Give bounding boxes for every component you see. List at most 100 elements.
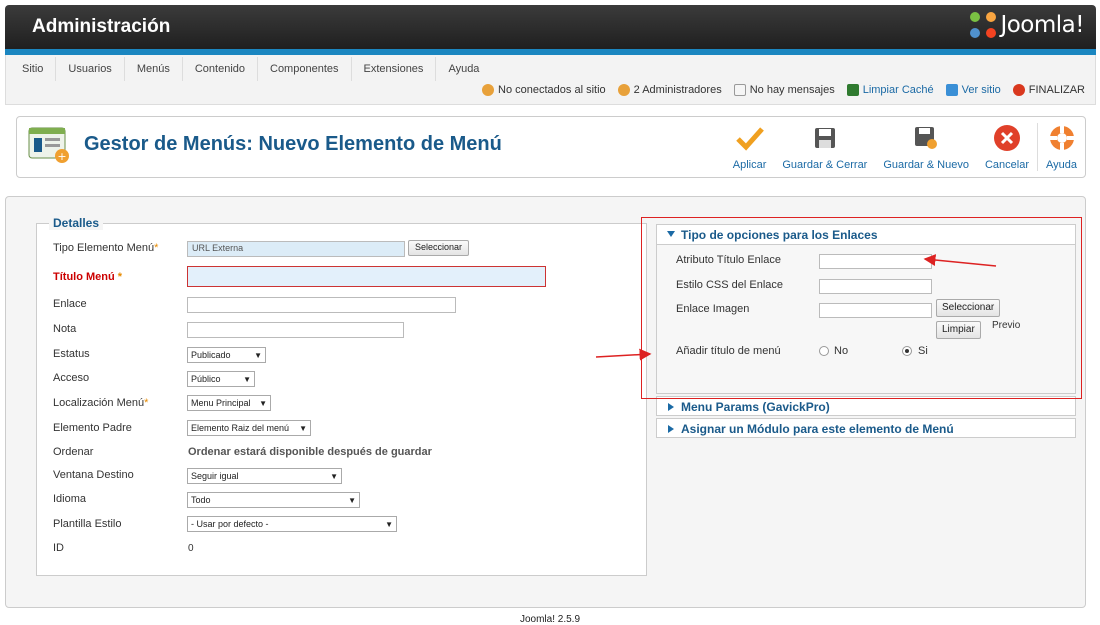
apply-button[interactable]: Aplicar xyxy=(725,123,775,171)
save-icon xyxy=(810,123,840,153)
template-label: Plantilla Estilo xyxy=(53,518,122,530)
status-admins: 2 Administradores xyxy=(617,84,722,96)
joomla-logo-text: Joomla! xyxy=(1000,12,1084,38)
save-close-button[interactable]: Guardar & Cerrar xyxy=(774,123,875,171)
clear-cache-link[interactable]: Limpiar Caché xyxy=(846,84,934,96)
menu-item-usuarios[interactable]: Usuarios xyxy=(56,57,125,81)
collapsed-triangle-icon xyxy=(668,403,674,411)
note-label: Nota xyxy=(53,323,77,335)
location-label-text: Localización Menú xyxy=(53,397,145,409)
select-type-button[interactable]: Seleccionar xyxy=(408,240,470,256)
menu-params-accordion[interactable]: Menu Params (GavickPro) xyxy=(656,396,1076,416)
save-new-button[interactable]: Guardar & Nuevo xyxy=(875,123,977,171)
access-select[interactable]: Público ▼ xyxy=(187,371,255,387)
logout-icon xyxy=(1012,84,1025,96)
main-menu: Sitio Usuarios Menús Contenido Component… xyxy=(10,57,491,81)
dropdown-arrow-icon: ▼ xyxy=(243,374,251,384)
link-label: Enlace xyxy=(53,298,87,310)
required-mark: * xyxy=(144,397,149,409)
status-messages-text: No hay mensajes xyxy=(749,84,835,96)
logout-text: FINALIZAR xyxy=(1028,84,1085,96)
logout-link[interactable]: FINALIZAR xyxy=(1012,84,1085,96)
view-site-link[interactable]: Ver sitio xyxy=(945,84,1001,96)
menu-item-componentes[interactable]: Componentes xyxy=(258,57,352,81)
admin-title: Administración xyxy=(32,16,171,37)
menu-item-extensiones[interactable]: Extensiones xyxy=(352,57,437,81)
location-select-value: Menu Principal xyxy=(191,398,251,408)
checkmark-icon xyxy=(735,123,765,153)
joomla-logo-icon xyxy=(970,12,997,38)
menu-params-heading: Menu Params (GavickPro) xyxy=(681,400,830,414)
location-select[interactable]: Menu Principal ▼ xyxy=(187,395,271,411)
details-legend: Detalles xyxy=(49,216,104,230)
clear-cache-text: Limpiar Caché xyxy=(862,84,934,96)
menu-item-contenido[interactable]: Contenido xyxy=(183,57,258,81)
save-new-label: Guardar & Nuevo xyxy=(883,159,969,171)
access-label: Acceso xyxy=(53,372,90,384)
type-label: Tipo Elemento Menú* xyxy=(53,242,158,254)
apply-label: Aplicar xyxy=(732,159,767,171)
collapsed-triangle-icon xyxy=(668,425,674,433)
status-admins-text: 2 Administradores xyxy=(633,84,722,96)
location-label: Localización Menú* xyxy=(53,397,148,409)
lifebuoy-icon xyxy=(1047,123,1077,153)
toolbar-buttons: Aplicar Guardar & Cerrar Guardar & Nuevo… xyxy=(725,123,1085,171)
save-close-label: Guardar & Cerrar xyxy=(782,159,868,171)
help-label: Ayuda xyxy=(1046,159,1077,171)
target-label: Ventana Destino xyxy=(53,469,134,481)
template-select[interactable]: - Usar por defecto - ▼ xyxy=(187,516,397,532)
title-label-text: Título Menú xyxy=(53,271,115,283)
menu-item-ayuda[interactable]: Ayuda xyxy=(436,57,491,81)
status-not-connected: No conectados al sitio xyxy=(482,84,606,96)
status-label: Estatus xyxy=(53,348,90,360)
target-select-value: Seguir igual xyxy=(191,471,239,481)
link-input[interactable] xyxy=(187,297,456,313)
note-input[interactable] xyxy=(187,322,404,338)
language-select-value: Todo xyxy=(191,495,211,505)
assign-module-accordion[interactable]: Asignar un Módulo para este elemento de … xyxy=(656,418,1076,438)
menu-item-sitio[interactable]: Sitio xyxy=(10,57,57,81)
dropdown-arrow-icon: ▼ xyxy=(348,495,356,505)
status-select[interactable]: Publicado ▼ xyxy=(187,347,266,363)
users-icon xyxy=(482,84,495,96)
joomla-logo[interactable]: Joomla! xyxy=(970,12,1084,38)
footer-version: Joomla! 2.5.9 xyxy=(519,614,581,625)
type-field: URL Externa xyxy=(187,241,405,257)
title-input[interactable] xyxy=(187,266,546,287)
page-title: Gestor de Menús: Nuevo Elemento de Menú xyxy=(84,133,502,155)
template-select-value: - Usar por defecto - xyxy=(191,519,269,529)
help-button[interactable]: Ayuda xyxy=(1037,123,1085,171)
access-select-value: Público xyxy=(191,374,221,384)
cancel-icon xyxy=(992,123,1022,153)
status-not-connected-text: No conectados al sitio xyxy=(498,84,606,96)
parent-select[interactable]: Elemento Raiz del menú ▼ xyxy=(187,420,311,436)
assign-module-heading: Asignar un Módulo para este elemento de … xyxy=(681,422,954,436)
parent-select-value: Elemento Raiz del menú xyxy=(191,423,290,433)
order-value: Ordenar estará disponible después de gua… xyxy=(188,446,432,458)
parent-label: Elemento Padre xyxy=(53,422,132,434)
svg-text:+: + xyxy=(57,150,66,163)
cancel-button[interactable]: Cancelar xyxy=(977,123,1037,171)
menu-manager-icon: + xyxy=(28,126,70,164)
type-label-text: Tipo Elemento Menú xyxy=(53,242,155,254)
dropdown-arrow-icon: ▼ xyxy=(385,519,393,529)
title-label: Título Menú * xyxy=(53,271,122,283)
menu-item-menus[interactable]: Menús xyxy=(125,57,183,81)
id-label: ID xyxy=(53,542,64,554)
dropdown-arrow-icon: ▼ xyxy=(254,350,262,360)
save-new-icon xyxy=(911,123,941,153)
cancel-label: Cancelar xyxy=(984,159,1029,171)
order-label: Ordenar xyxy=(53,446,94,458)
id-value: 0 xyxy=(188,543,194,554)
admin-header: Administración Joomla! xyxy=(5,5,1096,53)
broom-icon xyxy=(846,84,859,96)
target-select[interactable]: Seguir igual ▼ xyxy=(187,468,342,484)
highlight-box xyxy=(641,217,1082,399)
dropdown-arrow-icon: ▼ xyxy=(299,423,307,433)
language-select[interactable]: Todo ▼ xyxy=(187,492,360,508)
page-toolbar: + Gestor de Menús: Nuevo Elemento de Men… xyxy=(16,116,1086,178)
status-messages[interactable]: No hay mensajes xyxy=(733,84,835,96)
required-mark: * xyxy=(154,242,159,254)
dropdown-arrow-icon: ▼ xyxy=(259,398,267,408)
admin-users-icon xyxy=(617,84,630,96)
